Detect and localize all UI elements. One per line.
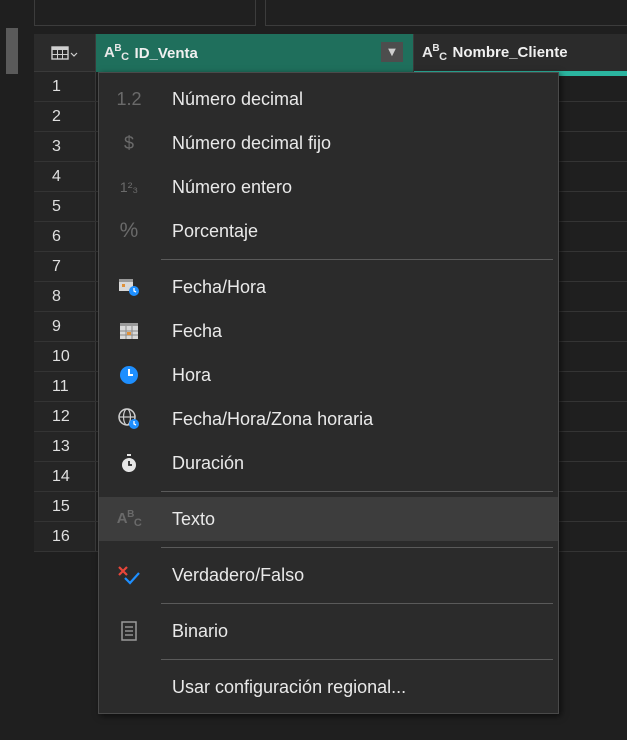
row-number[interactable]: 2 (34, 102, 96, 131)
abc-type-icon[interactable]: ABC (422, 43, 447, 63)
whole-number-icon: 1²₃ (119, 179, 139, 195)
menu-separator (161, 547, 553, 548)
clock-icon (120, 366, 138, 384)
calendar-date-icon (120, 323, 138, 339)
menu-item-label: Fecha (172, 320, 223, 341)
menu-item-duration[interactable]: Duración (99, 441, 558, 485)
menu-separator (161, 491, 553, 492)
row-number[interactable]: 16 (34, 522, 96, 551)
row-number[interactable]: 3 (34, 132, 96, 161)
menu-item-decimal-number[interactable]: 1.2 Número decimal (99, 77, 558, 121)
row-number[interactable]: 10 (34, 342, 96, 371)
datetime-icon (119, 279, 139, 296)
scrollbar-thumb[interactable] (6, 28, 18, 74)
menu-item-label: Texto (172, 508, 216, 529)
row-number[interactable]: 5 (34, 192, 96, 221)
stopwatch-icon (122, 454, 136, 472)
menu-item-label: Porcentaje (172, 220, 259, 241)
menu-item-label: Duración (172, 452, 245, 473)
menu-separator (161, 259, 553, 260)
fixed-decimal-icon: $ (123, 132, 134, 153)
abc-type-icon[interactable]: ABC (104, 43, 129, 63)
menu-item-label: Verdadero/Falso (172, 564, 305, 585)
formula-bar-area (0, 0, 627, 28)
row-number[interactable]: 7 (34, 252, 96, 281)
menu-item-datetime-timezone[interactable]: Fecha/Hora/Zona horaria (99, 397, 558, 441)
menu-item-percentage[interactable]: % Porcentaje (99, 209, 558, 253)
row-number[interactable]: 11 (34, 372, 96, 401)
menu-separator (161, 659, 553, 660)
menu-item-datetime[interactable]: Fecha/Hora (99, 265, 558, 309)
row-number[interactable]: 14 (34, 462, 96, 491)
row-number[interactable]: 13 (34, 432, 96, 461)
menu-item-date[interactable]: Fecha (99, 309, 558, 353)
menu-item-label: Fecha/Hora (172, 276, 267, 297)
menu-item-label: Binario (172, 620, 229, 641)
column-name: Nombre_Cliente (452, 44, 568, 61)
menu-item-binary[interactable]: Binario (99, 609, 558, 653)
chevron-down-icon: ▼ (388, 46, 396, 58)
binary-icon (121, 621, 137, 641)
row-number[interactable]: 15 (34, 492, 96, 521)
grid-header: ABC ID_Venta ▼ ABC Nombre_Cliente (34, 34, 627, 76)
true-false-icon (118, 566, 140, 585)
data-type-menu: 1.2 Número decimal $ Número decimal fijo… (98, 72, 559, 714)
row-number[interactable]: 1 (34, 72, 96, 101)
row-number[interactable]: 12 (34, 402, 96, 431)
row-number[interactable]: 8 (34, 282, 96, 311)
column-name: ID_Venta (134, 44, 198, 62)
row-number[interactable]: 9 (34, 312, 96, 341)
datetime-timezone-icon (118, 408, 139, 429)
menu-item-fixed-decimal[interactable]: $ Número decimal fijo (99, 121, 558, 165)
row-number[interactable]: 4 (34, 162, 96, 191)
menu-item-label: Número decimal (172, 88, 304, 109)
column-filter-dropdown-button[interactable]: ▼ (381, 42, 403, 62)
menu-item-time[interactable]: Hora (99, 353, 558, 397)
column-header-id-venta[interactable]: ABC ID_Venta ▼ (96, 34, 414, 72)
menu-item-whole-number[interactable]: 1²₃ Número entero (99, 165, 558, 209)
menu-item-label: Hora (172, 364, 212, 385)
menu-item-label: Fecha/Hora/Zona horaria (172, 408, 374, 429)
menu-item-text[interactable]: ABC Texto (99, 497, 558, 541)
menu-separator (161, 603, 553, 604)
menu-item-label: Número entero (172, 176, 293, 197)
name-box[interactable] (34, 0, 256, 26)
table-menu-button[interactable] (34, 34, 96, 72)
menu-item-label: Usar configuración regional... (172, 676, 407, 697)
left-panel-edge (0, 28, 22, 740)
decimal-number-icon: 1.2 (116, 88, 142, 109)
percentage-icon: % (119, 219, 139, 242)
row-number[interactable]: 6 (34, 222, 96, 251)
menu-item-true-false[interactable]: Verdadero/Falso (99, 553, 558, 597)
text-type-icon: ABC (116, 509, 142, 529)
menu-item-use-locale[interactable]: Usar configuración regional... (99, 665, 558, 709)
formula-bar[interactable] (265, 0, 627, 26)
column-header-nombre-cliente[interactable]: ABC Nombre_Cliente (414, 34, 627, 76)
menu-item-label: Número decimal fijo (172, 132, 332, 153)
table-icon (50, 45, 77, 60)
